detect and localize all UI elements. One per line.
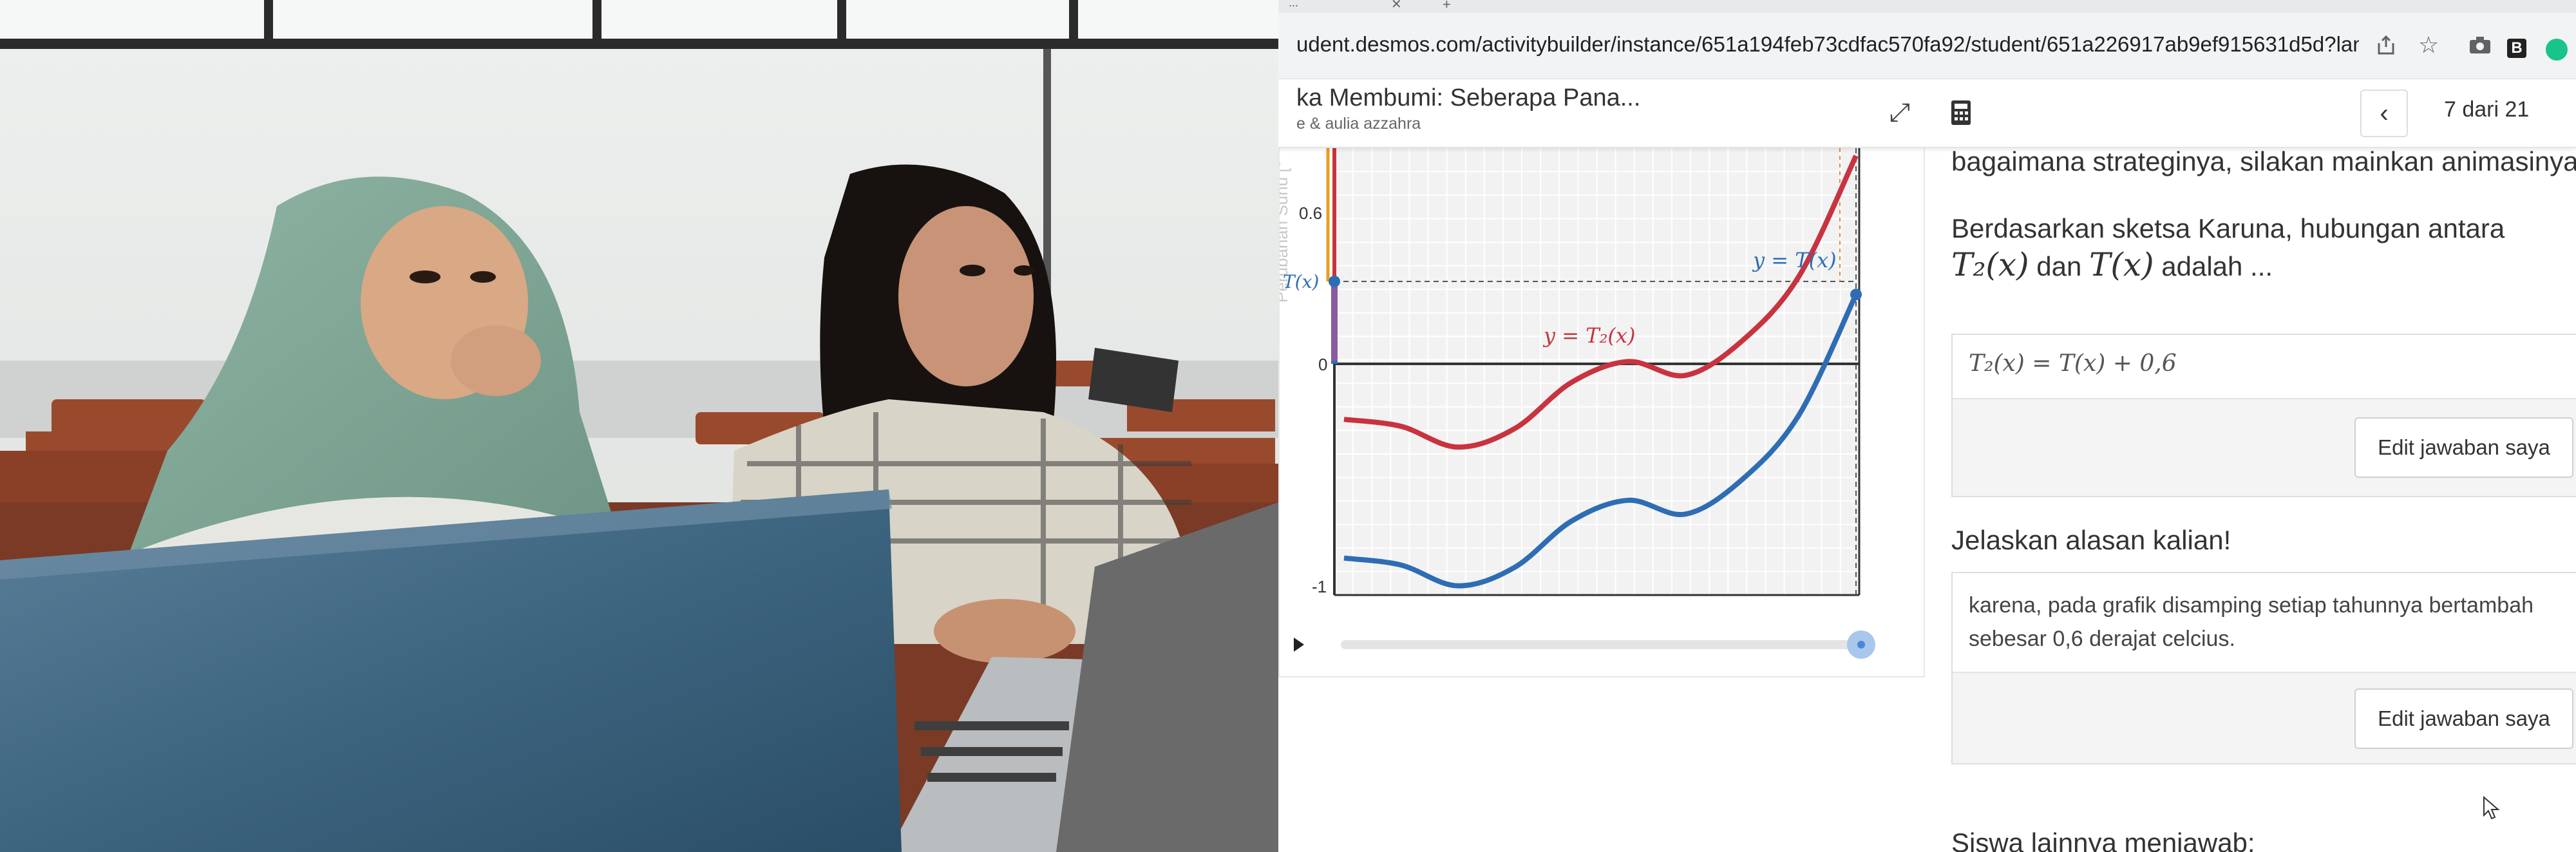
browser-tab[interactable]: ... xyxy=(1289,0,1298,10)
share-icon[interactable] xyxy=(2368,27,2404,63)
activity-header: ka Membumi: Seberapa Pana... e & aulia a… xyxy=(1278,79,2576,148)
y-tick-label-0.6: 0.6 xyxy=(1299,204,1322,223)
activity-title: ka Membumi: Seberapa Pana... xyxy=(1296,84,1641,111)
answer-1-text: T₂(x) = T(x) + 0,6 xyxy=(1969,350,2177,377)
graph-panel: Perubahan Suhu [° 0.6 0 -1 T(x) y = T₂(x… xyxy=(1278,147,1925,677)
series-label-t: y = T(x) xyxy=(1752,248,1837,272)
tx-axis-label: T(x) xyxy=(1283,271,1319,292)
explain-prompt: Jelaskan alasan kalian! xyxy=(1951,525,2231,555)
previous-screen-button[interactable]: ‹ xyxy=(2360,90,2408,137)
answer-box-2: karena, pada grafik disamping setiap tah… xyxy=(1951,572,2576,764)
camera-icon[interactable] xyxy=(2462,27,2498,63)
question-line-2: T₂(x) dan T(x) adalah ... xyxy=(1951,245,2273,287)
answer-1-footer: Edit jawaban saya xyxy=(1953,398,2576,496)
answer-2-footer: Edit jawaban saya xyxy=(1953,672,2576,763)
shift-bar-purple xyxy=(1331,283,1338,361)
series-endpoint-t xyxy=(1850,289,1862,301)
star-icon[interactable]: ☆ xyxy=(2410,27,2447,63)
classroom-photo-image xyxy=(0,0,1278,852)
y-tick-label-0: 0 xyxy=(1318,355,1327,374)
page-indicator: 7 dari 21 xyxy=(2444,97,2530,122)
other-students-heading: Siswa lainnya menjawab: xyxy=(1951,828,2255,852)
browser-window: ... ✕ + udent.desmos.com/activitybuilder… xyxy=(1278,0,2576,852)
math-t2x: T₂(x) xyxy=(1951,246,2029,283)
calculator-icon[interactable] xyxy=(1942,93,1980,132)
answer-2-text: karena, pada grafik disamping setiap tah… xyxy=(1969,593,2534,651)
expand-icon[interactable]: ⤢ xyxy=(1880,93,1919,132)
play-icon[interactable] xyxy=(1294,638,1304,652)
mouse-cursor-icon xyxy=(2483,796,2500,820)
y-tick-label-neg1: -1 xyxy=(1312,577,1327,596)
url-field[interactable]: udent.desmos.com/activitybuilder/instanc… xyxy=(1296,32,2359,57)
animation-slider-track[interactable] xyxy=(1341,640,1866,649)
extension-green-icon[interactable] xyxy=(2546,39,2568,61)
tab-strip: ... ✕ + xyxy=(1278,0,2576,13)
question-text: Berdasarkan sketsa Karuna, hubungan anta… xyxy=(1951,213,2505,243)
series-label-t2: y = T₂(x) xyxy=(1542,323,1635,348)
address-bar: udent.desmos.com/activitybuilder/instanc… xyxy=(1278,13,2576,79)
question-panel: bagaimana strateginya, silakan mainkan a… xyxy=(1935,146,2576,852)
word-adalah: adalah ... xyxy=(2161,251,2273,281)
new-tab-icon[interactable]: + xyxy=(1443,0,1451,13)
chevron-left-icon: ‹ xyxy=(2380,99,2389,128)
word-dan: dan xyxy=(2036,251,2082,281)
answer-box-1: T₂(x) = T(x) + 0,6 Edit jawaban saya xyxy=(1951,334,2576,497)
tab-close-icon[interactable]: ✕ xyxy=(1391,0,1402,12)
edit-answer-2-button[interactable]: Edit jawaban saya xyxy=(2354,688,2573,749)
extension-b-icon[interactable]: B xyxy=(2507,39,2526,58)
math-tx: T(x) xyxy=(2089,246,2154,283)
tx-point-on-axis xyxy=(1329,276,1340,287)
student-names: e & aulia azzahra xyxy=(1296,115,1421,133)
slider-handle-dot xyxy=(1857,641,1865,648)
classroom-photo xyxy=(0,0,1278,852)
edit-answer-1-button[interactable]: Edit jawaban saya xyxy=(2354,417,2573,478)
temperature-graph: Perubahan Suhu [° 0.6 0 -1 T(x) y = T₂(x… xyxy=(1278,148,1875,659)
